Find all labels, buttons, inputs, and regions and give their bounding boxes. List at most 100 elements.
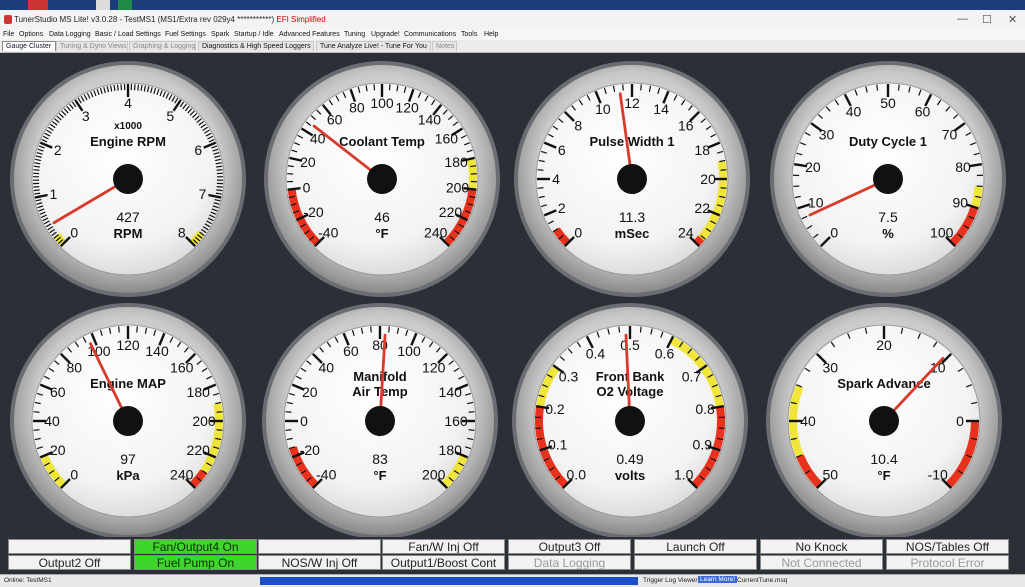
gauge-tick-label: 120: [422, 359, 446, 375]
gauge-tick-label: 20: [302, 384, 318, 400]
gauge-hub: [873, 164, 903, 194]
gauge-tick-label: 0: [300, 413, 308, 429]
gauge-tick-label: 200: [446, 180, 470, 196]
gauge-minor-tick: [138, 85, 139, 91]
tab-tune-analyze-live-tune-for-you[interactable]: Tune Analyze Live! - Tune For You: [316, 41, 431, 51]
gauge-tick-label: 0.6: [655, 345, 675, 361]
gauge-tick-label: 1: [50, 186, 58, 202]
menu-file[interactable]: File: [3, 31, 14, 38]
menu-data-logging[interactable]: Data Logging: [49, 31, 91, 38]
gauge-minor-tick: [34, 166, 40, 167]
gauge-tick-label: 0.4: [586, 345, 606, 361]
menu-tuning[interactable]: Tuning: [344, 31, 365, 38]
menu-bar: File Options Data Logging Basic / Load Sett…: [0, 30, 1025, 40]
gauge-minor-tick: [216, 190, 222, 191]
tab-graphing-logging[interactable]: Graphing & Logging: [129, 41, 196, 51]
gauge-minor-tick: [469, 430, 475, 431]
menu-fuel-settings[interactable]: Fuel Settings: [165, 31, 206, 38]
gauge-tick-label: 40: [318, 359, 334, 375]
gauge-tick-label: 60: [343, 343, 359, 359]
gauge-minor-tick: [33, 412, 39, 413]
gauge-hub: [617, 164, 647, 194]
gauge-unit: °F: [373, 468, 386, 483]
gauge-tick-label: 0.9: [693, 436, 713, 452]
tab-tuning-dyno-views[interactable]: Tuning & Dyno Views: [56, 41, 128, 51]
gauge-value: 427: [116, 209, 140, 225]
gauge-value: 46: [374, 209, 390, 225]
gauge-tick-label: 5: [166, 108, 174, 124]
close-icon[interactable]: ✕: [1008, 13, 1017, 26]
gauge-title: Engine MAP: [90, 376, 166, 391]
menu-basic-load-settings[interactable]: Basic / Load Settings: [95, 31, 161, 38]
gauge-coolant-temp: -40-20020406080100120140160180200220240C…: [264, 61, 500, 297]
menu-upgrade[interactable]: Upgrade!: [371, 31, 400, 38]
trigger-log-viewer-link[interactable]: Trigger Log Viewer: [643, 577, 698, 584]
taskbar-app-icon[interactable]: [28, 0, 48, 10]
tab-gauge-cluster[interactable]: Gauge Cluster: [2, 41, 56, 51]
gauge-minor-tick: [217, 430, 223, 431]
gauge-unit: kPa: [116, 468, 140, 483]
gauge-hub: [869, 406, 899, 436]
gauge-minor-tick: [217, 170, 223, 171]
gauge-minor-tick: [469, 412, 475, 413]
gauge-minor-tick: [640, 327, 641, 333]
tab-notes[interactable]: Notes: [432, 41, 457, 51]
gauge-tick-label: 160: [444, 413, 468, 429]
gauge-title: Duty Cycle 1: [849, 134, 927, 149]
progress-bar: [260, 577, 638, 585]
gauge-pulse-width-1: 024681012141618202224Pulse Width 111.3mS…: [514, 61, 750, 297]
gauge-scale: x1000: [114, 121, 142, 132]
indicator-nos-w-inj-off: NOS/W Inj Off: [258, 555, 381, 570]
minimize-icon[interactable]: —: [957, 13, 968, 25]
indicator-launch-off: Launch Off: [634, 539, 757, 554]
gauge-tick-label: 6: [194, 142, 202, 158]
gauge-tick-label: 80: [349, 99, 365, 115]
gauge-tick-label: 16: [678, 117, 694, 133]
taskbar-app-icon[interactable]: [96, 0, 110, 10]
gauge-title: Pulse Width 1: [589, 134, 674, 149]
menu-spark[interactable]: Spark: [211, 31, 229, 38]
gauge-tick-label: 30: [819, 126, 835, 142]
gauge-tick-label: 20: [805, 159, 821, 175]
maximize-icon[interactable]: ☐: [982, 13, 992, 26]
gauge-tick-label: 12: [624, 95, 640, 111]
gauge-tick-label: 140: [439, 384, 463, 400]
gauge-tick-label: 60: [50, 384, 66, 400]
gauge-minor-tick: [119, 326, 120, 332]
gauge-tick-label: 100: [370, 95, 394, 111]
gauge-spark-advance: 50403020100-10Spark Advance10.4°F: [766, 303, 1002, 537]
indicator-nos-tables-off: NOS/Tables Off: [886, 539, 1009, 554]
gauge-minor-tick: [721, 188, 727, 189]
gauge-tick-label: 90: [952, 194, 968, 210]
gauge-minor-tick: [877, 85, 878, 91]
gauge-tick-label: 200: [422, 467, 446, 483]
gauge-tick-label: 20: [876, 337, 892, 353]
menu-options[interactable]: Options: [19, 31, 43, 38]
gauge-title: Spark Advance: [837, 376, 930, 391]
indicator-empty: [634, 555, 757, 570]
menu-tools[interactable]: Tools: [461, 31, 477, 38]
menu-startup-idle[interactable]: Startup / Idle: [234, 31, 274, 38]
gauge-tick-label: 180: [444, 154, 468, 170]
gauge-title: Manifold: [353, 369, 406, 384]
gauge-tick-label: 40: [800, 413, 816, 429]
learn-more-link[interactable]: Learn More!: [698, 576, 737, 583]
gauge-minor-tick: [641, 84, 642, 90]
gauge-tick-label: 0.2: [545, 401, 565, 417]
gauge-hub: [365, 406, 395, 436]
excel-icon[interactable]: [118, 0, 132, 10]
gauge-hub: [615, 406, 645, 436]
gauge-front-bank-o2-voltage: 0.00.10.20.30.40.50.60.70.80.91.0Front B…: [512, 303, 748, 537]
menu-advanced-features[interactable]: Advanced Features: [279, 31, 340, 38]
menu-communications[interactable]: Communications: [404, 31, 456, 38]
gauge-unit: %: [882, 226, 894, 241]
gauge-tick-label: 22: [694, 200, 710, 216]
gauge-tick-label: 240: [170, 467, 194, 483]
gauge-tick-label: 0.5: [620, 337, 640, 353]
menu-help[interactable]: Help: [484, 31, 498, 38]
gauge-unit: mSec: [615, 226, 650, 241]
gauge-minor-tick: [721, 170, 727, 171]
gauge-engine-rpm: 012345678x1000Engine RPM427RPM: [10, 61, 246, 297]
tab-diagnostics-high-speed-loggers[interactable]: Diagnostics & High Speed Loggers: [198, 41, 314, 51]
app-icon: [4, 15, 12, 24]
